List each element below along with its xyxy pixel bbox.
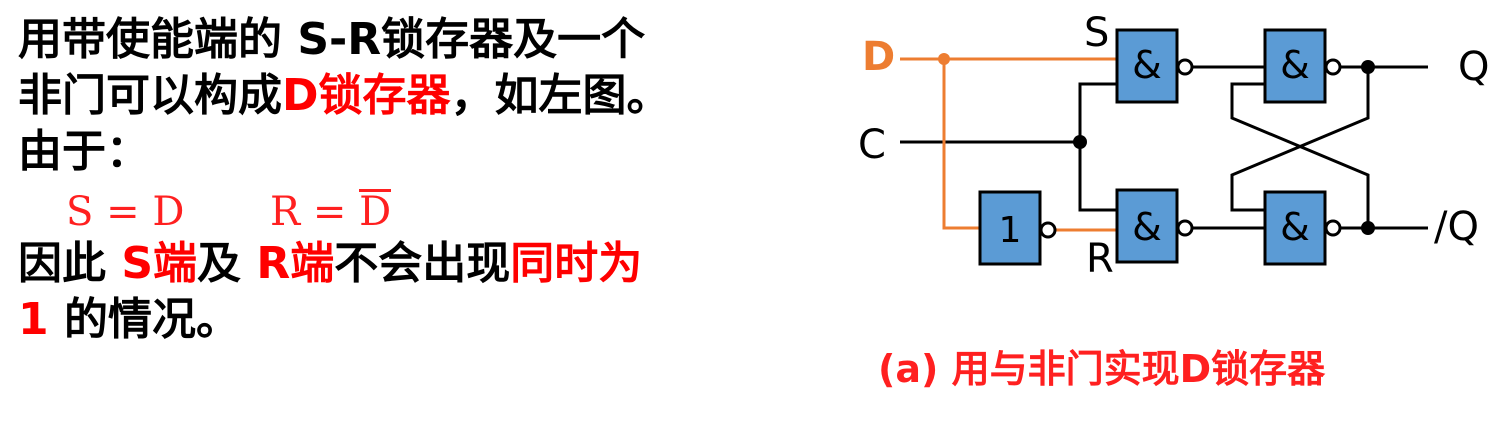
gate-symbol: & bbox=[1132, 43, 1162, 87]
qbar-label: /Q bbox=[1434, 204, 1479, 250]
c-junction-dot bbox=[1073, 135, 1087, 149]
inversion-bubble bbox=[1039, 221, 1057, 239]
nand-gate-qbar: & bbox=[1263, 190, 1342, 266]
gate-symbol: & bbox=[1280, 205, 1310, 249]
s-label: S bbox=[1084, 10, 1109, 56]
gate-symbol: & bbox=[1280, 43, 1310, 87]
nand-gate-q: & bbox=[1263, 28, 1342, 104]
c-label: C bbox=[858, 122, 886, 168]
c-branch-wire bbox=[1078, 82, 1117, 212]
d-label: D bbox=[862, 34, 895, 80]
nand-gate-r: & bbox=[1115, 188, 1194, 264]
qbar-junction-dot bbox=[1361, 221, 1375, 235]
inversion-bubble bbox=[1176, 219, 1194, 237]
gate-symbol: 1 bbox=[999, 210, 1022, 251]
q-junction-dot bbox=[1361, 60, 1375, 74]
nand-gate-s: & bbox=[1115, 28, 1194, 104]
gate-symbol: & bbox=[1132, 205, 1162, 249]
inversion-bubble bbox=[1324, 58, 1342, 76]
inversion-bubble bbox=[1176, 58, 1194, 76]
inversion-bubble bbox=[1324, 219, 1342, 237]
r-label: R bbox=[1086, 236, 1114, 282]
d-junction-dot bbox=[938, 53, 950, 65]
diagram-caption: (a) 用与非门实现D锁存器 bbox=[878, 347, 1326, 391]
q-label: Q bbox=[1458, 44, 1489, 90]
not-gate: 1 bbox=[978, 190, 1057, 266]
